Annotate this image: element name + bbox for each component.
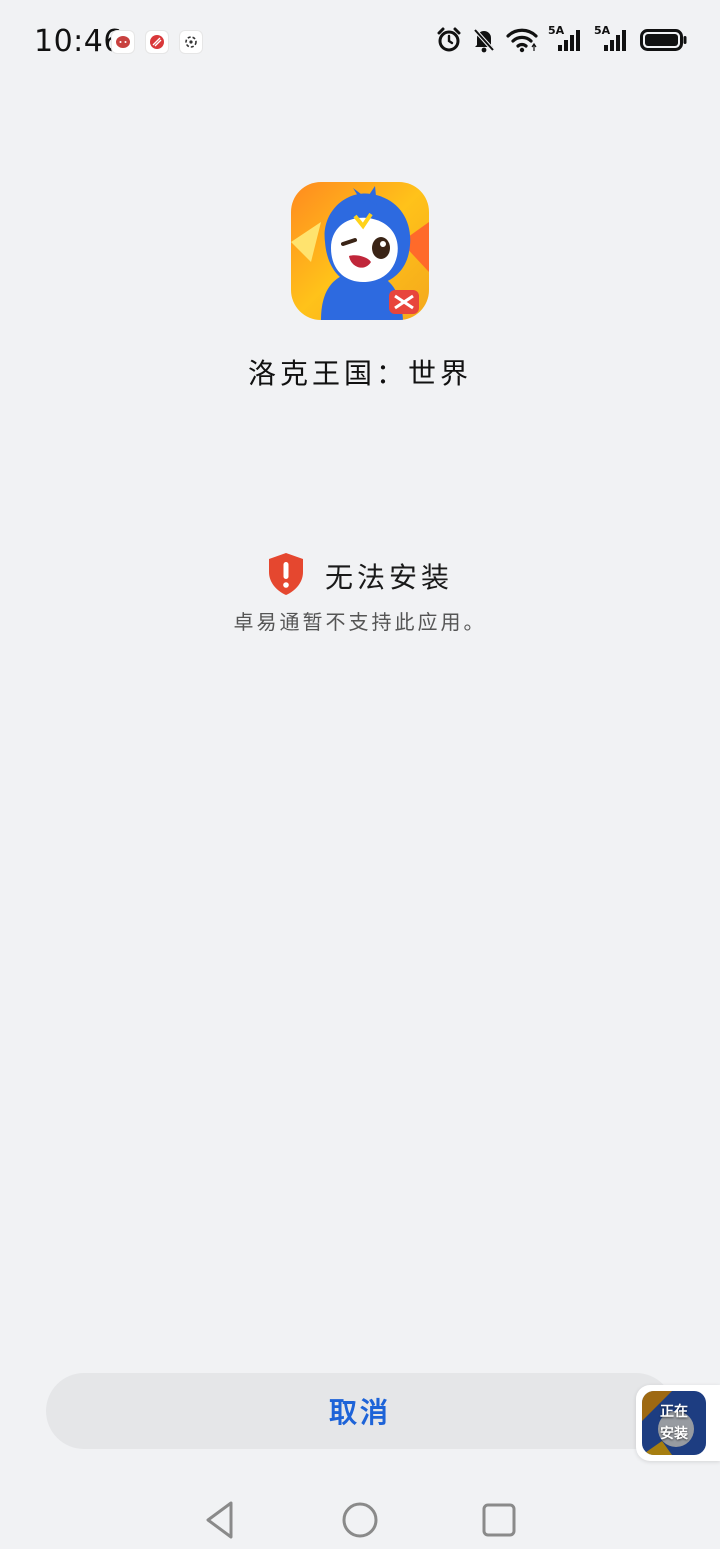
wifi-icon [506, 27, 538, 53]
battery-icon [640, 27, 688, 53]
navigation-bar [0, 1490, 720, 1549]
settings-app-icon [180, 31, 202, 53]
install-screen: 10:46 5A 5A 洛克王国：世界 无法安装 卓易通暂不支持此应用。 取消 … [0, 0, 720, 1549]
message-app-icon [112, 31, 134, 53]
install-error: 无法安装 [0, 552, 720, 600]
cancel-button[interactable]: 取消 [46, 1373, 674, 1449]
back-icon[interactable] [198, 1498, 242, 1542]
app-name: 洛克王国：世界 [247, 357, 472, 390]
app-mascot-icon [291, 182, 429, 320]
status-time: 10:46 [34, 24, 123, 59]
home-icon[interactable] [338, 1498, 382, 1542]
browser-app-icon [146, 31, 168, 53]
installing-label-line2: 安装 [660, 1426, 688, 1442]
signal-5a-icon: 5A [594, 24, 630, 53]
alarm-icon [436, 27, 462, 53]
shield-alert-icon [267, 552, 305, 600]
bell-muted-icon [472, 27, 496, 53]
status-bar: 10:46 5A 5A [0, 0, 720, 86]
signal-5a-icon: 5A [548, 24, 584, 53]
system-icons: 5A 5A [436, 24, 688, 53]
installing-label-line1: 正在 [660, 1404, 688, 1420]
installing-floating-badge[interactable]: 正在 安装 [636, 1385, 720, 1461]
error-description: 卓易通暂不支持此应用。 [233, 610, 487, 634]
notification-icons [112, 31, 202, 53]
error-title: 无法安装 [324, 561, 453, 594]
installing-label: 正在 安装 [642, 1391, 706, 1455]
recents-icon[interactable] [477, 1498, 521, 1542]
